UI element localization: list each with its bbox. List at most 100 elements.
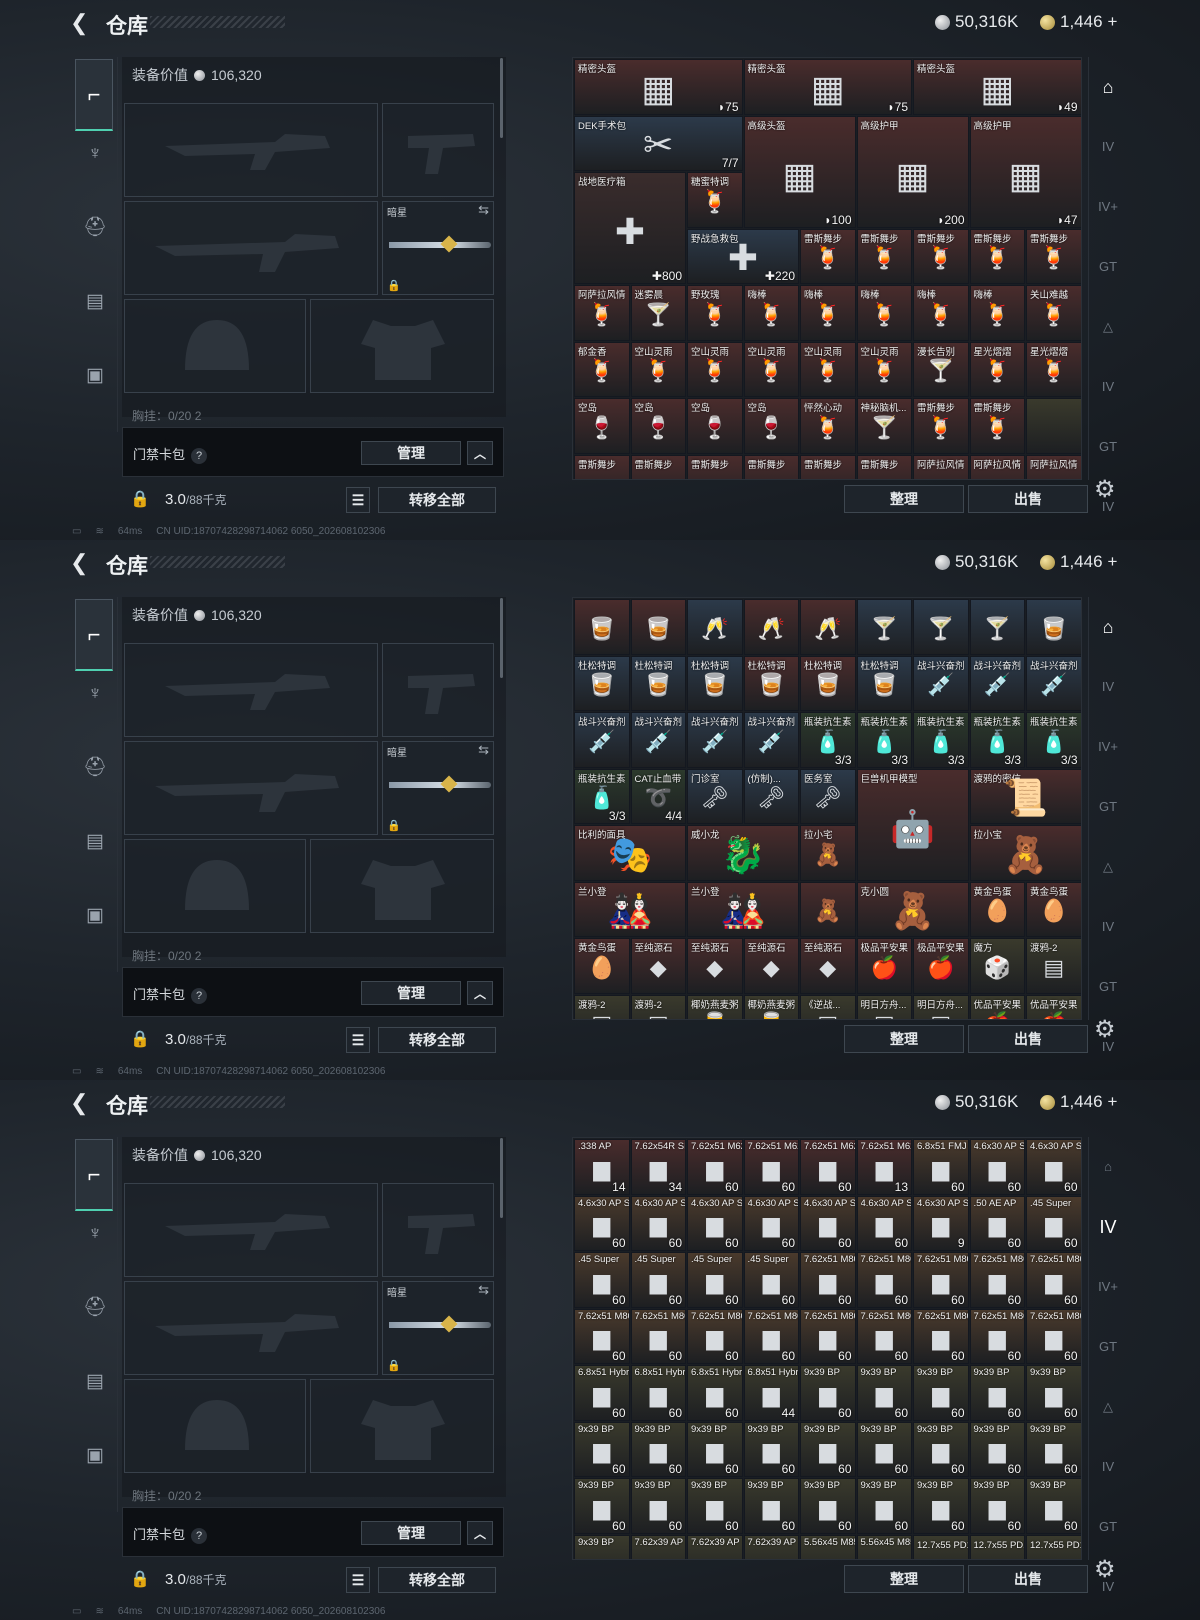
sell-button[interactable]: 出售	[968, 1025, 1088, 1053]
stash-item[interactable]: 漫长告别 🍸	[913, 341, 969, 397]
stash-tab-6[interactable]: GT	[1094, 973, 1122, 1001]
stash-tab-4[interactable]: △	[1094, 313, 1122, 341]
briefcase-icon[interactable]: ▣	[78, 359, 112, 393]
stash-item[interactable]: 9x39 BP ▆ 60	[630, 1421, 686, 1477]
stash-item[interactable]: 5.56x45 M855	[800, 1534, 856, 1559]
armor-slot[interactable]	[310, 299, 494, 393]
clipboard-icon[interactable]: ▤	[78, 825, 112, 859]
stash-item[interactable]: 瓶装抗生素 🧴 3/3	[913, 712, 969, 768]
manage-button[interactable]: 管理	[361, 441, 461, 465]
list-view-icon[interactable]: ☰	[346, 1027, 370, 1053]
back-arrow-icon[interactable]: ❮	[70, 552, 92, 574]
list-view-icon[interactable]: ☰	[346, 487, 370, 513]
stash-item[interactable]: 雷斯舞步	[800, 454, 856, 479]
stash-item[interactable]: 4.6x30 AP SX ▆60	[743, 1195, 799, 1251]
stash-item[interactable]: 椰奶燕麦粥 🥫	[687, 994, 743, 1019]
stash-item[interactable]: 极品平安果 🍎	[913, 938, 969, 994]
swap-icon[interactable]: ⇆	[478, 742, 489, 758]
stash-tab-3[interactable]: GT	[1094, 1333, 1122, 1361]
stash-item[interactable]: 黄金鸟蛋 🥚	[574, 938, 630, 994]
stash-item[interactable]: 9x39 BP ▆ 60	[913, 1365, 969, 1421]
stash-item[interactable]: 瓶装抗生素 🧴 3/3	[969, 712, 1025, 768]
stash-item[interactable]: 克小圆 🧸	[856, 881, 969, 937]
stash-item[interactable]: 9x39 BP ▆ 60	[969, 1365, 1025, 1421]
stash-item[interactable]: 7.62x51 M80 ▆ 60	[856, 1308, 912, 1364]
stash-item[interactable]: 战斗兴奋剂 💉	[913, 655, 969, 711]
stash-item[interactable]: 9x39 BP ▆ 60	[800, 1421, 856, 1477]
stash-item[interactable]: 明日方舟... ▤	[856, 994, 912, 1019]
stash-item[interactable]: 🥂	[687, 599, 743, 655]
stash-item[interactable]: .45 Super ▆ 60	[574, 1252, 630, 1308]
stash-item[interactable]: 杜松特调 🥃	[743, 655, 799, 711]
stash-item[interactable]: 嗨棒 🍹	[800, 285, 856, 341]
gold-currency[interactable]: 1,446 +	[1040, 1092, 1117, 1112]
gear-icon[interactable]: ⚙	[1094, 1555, 1116, 1584]
stash-item[interactable]: 🧸	[800, 881, 856, 937]
stash-item[interactable]: 空山灵雨 🍹	[630, 341, 686, 397]
stash-item[interactable]: 🥃	[630, 599, 686, 655]
sell-button[interactable]: 出售	[968, 1565, 1088, 1593]
stash-item[interactable]: 阿萨拉风情	[1026, 454, 1081, 479]
sort-button[interactable]: 整理	[844, 1025, 964, 1053]
stash-item[interactable]: 雷斯舞步 🍹	[913, 398, 969, 454]
stash-item[interactable]: 阿萨拉风情	[969, 454, 1025, 479]
stash-item[interactable]: 比利的面具 🎭	[574, 825, 686, 881]
stash-item[interactable]: 12.7x55 PD12双头	[1026, 1534, 1081, 1559]
stash-tab-4[interactable]: △	[1094, 853, 1122, 881]
stash-item[interactable]: 7.62x51 M62 ▆ 60	[743, 1139, 799, 1195]
stash-tab-0[interactable]: ⌂	[1094, 73, 1122, 101]
backpack-icon[interactable]: ⛑	[78, 751, 112, 785]
primary-weapon-slot[interactable]	[124, 103, 378, 197]
stash-item[interactable]: .338 AP ▆ 14	[574, 1139, 630, 1195]
stash-item[interactable]: 空山灵雨 🍹	[743, 341, 799, 397]
sell-button[interactable]: 出售	[968, 485, 1088, 513]
gun-icon[interactable]: ⌐	[75, 1139, 113, 1211]
stash-item[interactable]: 4.6x30 AP SX ▆60	[856, 1195, 912, 1251]
stash-item[interactable]: 7.62x51 M80 ▆ 60	[1026, 1308, 1081, 1364]
stash-item[interactable]: 高级护甲 ▦ ◗200	[856, 115, 969, 228]
stash-item[interactable]: 9x39 BP ▆ 60	[1026, 1365, 1081, 1421]
secondary-weapon-slot[interactable]	[124, 741, 378, 835]
stash-item[interactable]: 7.62x51 M80 ▆ 60	[913, 1252, 969, 1308]
briefcase-icon[interactable]: ▣	[78, 1439, 112, 1473]
stash-item[interactable]: 7.62x39 AP	[687, 1534, 743, 1559]
stash-item[interactable]: 瓶装抗生素 🧴 3/3	[1026, 712, 1081, 768]
stash-item[interactable]: 9x39 BP ▆ 60	[969, 1421, 1025, 1477]
stash-tab-6[interactable]: GT	[1094, 433, 1122, 461]
stash-item[interactable]: 9x39 BP ▆ 60	[913, 1478, 969, 1534]
stash-item[interactable]: 4.6x30 AP SX ▆60	[1026, 1139, 1081, 1195]
stash-item[interactable]: 阿萨拉风情	[913, 454, 969, 479]
stash-item[interactable]: 7.62x51 M80 ▆ 60	[574, 1308, 630, 1364]
stash-item[interactable]: 空岛 🍷	[687, 398, 743, 454]
stash-item[interactable]: 9x39 BP	[574, 1534, 630, 1559]
stash-tab-3[interactable]: GT	[1094, 793, 1122, 821]
stash-item[interactable]: 🍸	[913, 599, 969, 655]
stash-item[interactable]: 瓶装抗生素 🧴 3/3	[574, 768, 630, 824]
stash-item[interactable]: 7.62x51 M80 ▆ 60	[913, 1308, 969, 1364]
sort-button[interactable]: 整理	[844, 1565, 964, 1593]
stash-item[interactable]: 7.62x51 M80 ▆ 60	[687, 1308, 743, 1364]
stash-item[interactable]: 关山难越 🍹	[1026, 285, 1081, 341]
stash-item[interactable]: 黄金鸟蛋 🥚	[969, 881, 1025, 937]
stash-item[interactable]: 4.6x30 AP SX ▆60	[687, 1195, 743, 1251]
stash-item[interactable]: 高级护甲 ▦ ◗47	[969, 115, 1081, 228]
stash-item[interactable]: .45 Super ▆ 60	[630, 1252, 686, 1308]
stash-item[interactable]: 至纯源石 ◆	[687, 938, 743, 994]
stash-item[interactable]: CAT止血带 ➰ 4/4	[630, 768, 686, 824]
stash-item[interactable]: 7.62x39 AP	[743, 1534, 799, 1559]
stash-item[interactable]: 9x39 BP ▆ 60	[630, 1478, 686, 1534]
stash-item[interactable]: 兰小登 🎎	[687, 881, 799, 937]
stash-item[interactable]: 9x39 BP ▆ 60	[574, 1421, 630, 1477]
stash-item[interactable]: 7.62x51 M80 ▆ 60	[969, 1308, 1025, 1364]
primary-weapon-slot[interactable]	[124, 643, 378, 737]
back-arrow-icon[interactable]: ❮	[70, 1092, 92, 1114]
stash-item[interactable]: 至纯源石 ◆	[630, 938, 686, 994]
stash-item[interactable]: 拉小宝 🧸	[969, 825, 1081, 881]
gold-currency[interactable]: 1,446 +	[1040, 552, 1117, 572]
backpack-icon[interactable]: ⛑	[78, 211, 112, 245]
clipboard-icon[interactable]: ▤	[78, 1365, 112, 1399]
stash-item[interactable]: 5.56x45 M855	[856, 1534, 912, 1559]
list-view-icon[interactable]: ☰	[346, 1567, 370, 1593]
stash-tab-2[interactable]: IV+	[1094, 193, 1122, 221]
stash-item[interactable]: 🥃	[574, 599, 630, 655]
